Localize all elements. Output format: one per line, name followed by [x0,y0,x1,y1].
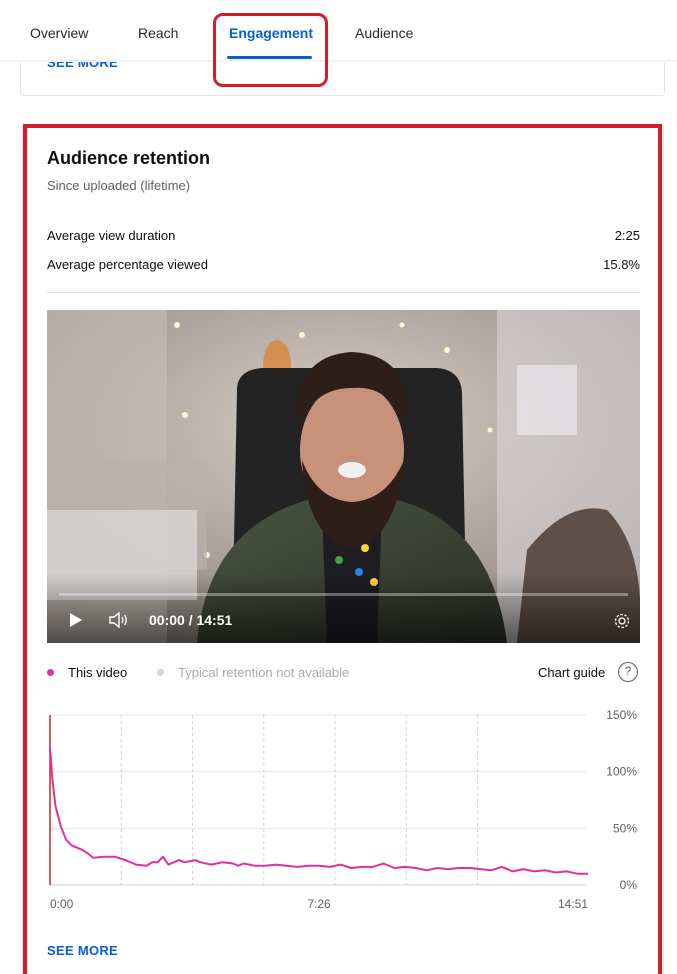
tab-reach[interactable]: Reach [138,25,178,41]
tab-bar-shadow [0,60,677,62]
tab-overview[interactable]: Overview [30,25,88,41]
tab-audience[interactable]: Audience [355,25,413,41]
engagement-tab-highlight [213,13,328,87]
tab-bar: Overview Reach Engagement Audience [0,0,677,62]
retention-card-highlight [23,124,662,974]
